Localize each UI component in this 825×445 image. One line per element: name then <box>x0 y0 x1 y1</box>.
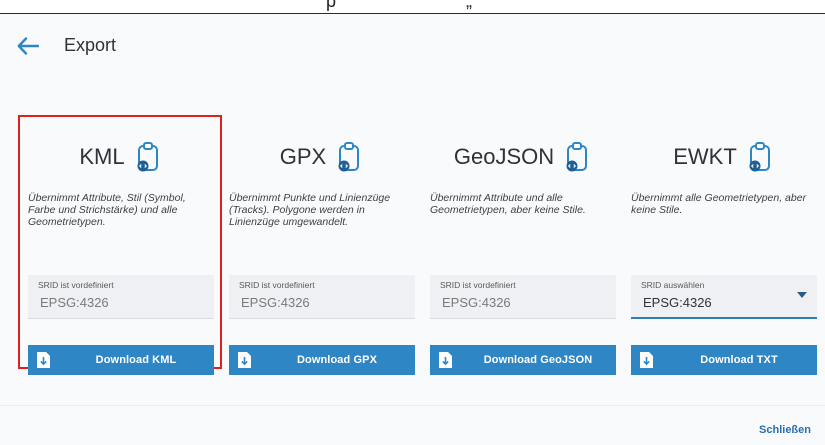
clipped-text-fragment: p „ <box>326 0 473 11</box>
download-file-icon <box>640 352 653 368</box>
download-label: Download GPX <box>296 354 378 366</box>
download-label: Download KML <box>95 354 177 366</box>
download-label: Download TXT <box>700 354 778 366</box>
card-header: KML <box>20 137 220 177</box>
clipboard-code-icon <box>749 142 770 172</box>
srid-label: SRID ist vordefiniert <box>440 280 516 290</box>
card-header: EWKT <box>623 137 823 177</box>
dialog-footer: Schließen <box>0 405 825 445</box>
card-title: KML <box>79 144 125 169</box>
export-dialog: Export KML Übernimmt Attribute, Stil (Sy… <box>0 14 825 445</box>
srid-value: EPSG:4326 <box>40 295 109 310</box>
download-gpx-button[interactable]: Download GPX <box>229 345 415 375</box>
srid-field: SRID ist vordefiniert EPSG:4326 <box>430 275 616 319</box>
download-file-icon <box>238 352 251 368</box>
card-description: Übernimmt Attribute und alle Geometriety… <box>430 192 586 216</box>
card-title: EWKT <box>673 144 737 169</box>
close-button[interactable]: Schließen <box>759 424 811 436</box>
export-format-cards: KML Übernimmt Attribute, Stil (Symbol, F… <box>18 115 823 375</box>
srid-select[interactable]: SRID auswählen EPSG:4326 <box>631 275 817 319</box>
srid-value: EPSG:4326 <box>643 295 712 310</box>
download-file-icon <box>37 352 50 368</box>
card-title: GeoJSON <box>453 144 555 169</box>
srid-label: SRID ist vordefiniert <box>38 280 114 290</box>
card-header: GeoJSON <box>422 137 622 177</box>
download-file-icon <box>439 352 452 368</box>
chevron-down-icon <box>797 292 807 298</box>
arrow-left-icon <box>17 37 39 55</box>
clipboard-code-icon <box>137 142 158 172</box>
download-kml-button[interactable]: Download KML <box>28 345 214 375</box>
download-txt-button[interactable]: Download TXT <box>631 345 817 375</box>
download-label: Download GeoJSON <box>483 354 593 366</box>
card-description: Übernimmt Punkte und Linienzüge (Tracks)… <box>229 192 391 228</box>
srid-value: EPSG:4326 <box>442 295 511 310</box>
card-kml: KML Übernimmt Attribute, Stil (Symbol, F… <box>18 115 222 375</box>
srid-field: SRID ist vordefiniert EPSG:4326 <box>229 275 415 319</box>
card-geojson: GeoJSON Übernimmt Attribute und alle Geo… <box>422 117 622 375</box>
dialog-header: Export <box>0 14 825 74</box>
top-clipped-strip: p „ <box>0 0 825 14</box>
card-ewkt: EWKT Übernimmt alle Geometrietypen, aber… <box>623 117 823 375</box>
card-description: Übernimmt alle Geometrietypen, aber kein… <box>631 192 807 216</box>
srid-field: SRID ist vordefiniert EPSG:4326 <box>28 275 214 319</box>
card-header: GPX <box>221 137 421 177</box>
clipboard-code-icon <box>566 142 588 172</box>
card-gpx: GPX Übernimmt Punkte und Linienzüge (Tra… <box>221 117 421 375</box>
card-description: Übernimmt Attribute, Stil (Symbol, Farbe… <box>28 192 186 228</box>
srid-label: SRID auswählen <box>641 280 705 290</box>
card-title: GPX <box>279 144 327 169</box>
srid-label: SRID ist vordefiniert <box>239 280 315 290</box>
download-geojson-button[interactable]: Download GeoJSON <box>430 345 616 375</box>
back-button[interactable] <box>12 32 44 60</box>
page-title: Export <box>64 35 117 55</box>
clipboard-code-icon <box>338 142 360 172</box>
srid-value: EPSG:4326 <box>241 295 310 310</box>
